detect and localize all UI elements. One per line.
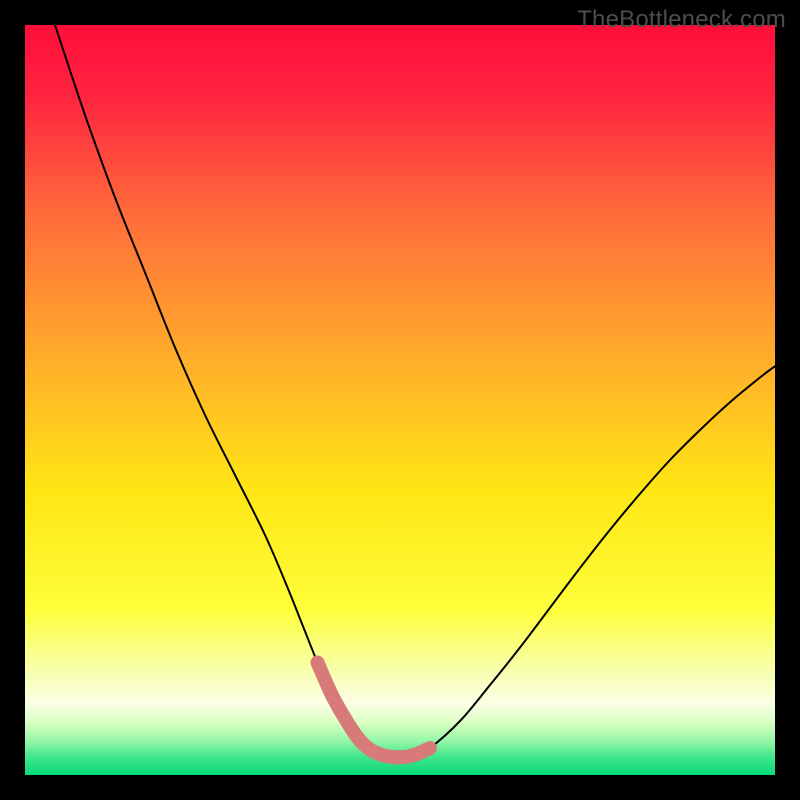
plot-area: [25, 25, 775, 775]
bottleneck-curve: [55, 25, 775, 757]
curve-layer: [25, 25, 775, 775]
optimal-band: [318, 663, 431, 758]
chart-frame: TheBottleneck.com: [0, 0, 800, 800]
watermark-text: TheBottleneck.com: [577, 6, 786, 34]
